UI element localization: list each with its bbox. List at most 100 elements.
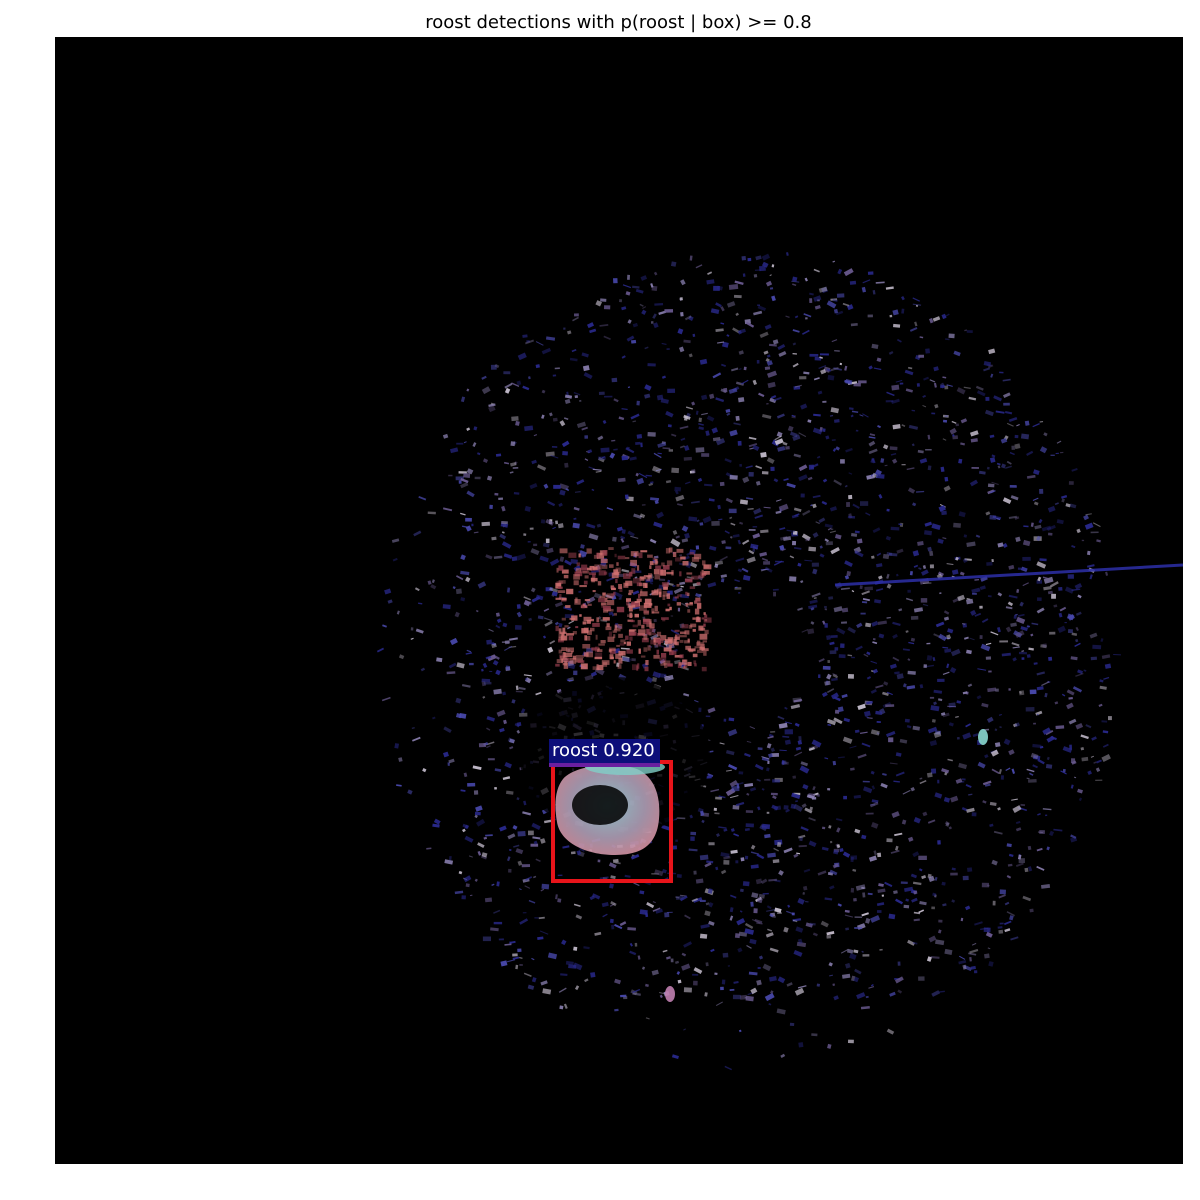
radar-speckle — [642, 618, 650, 625]
radar-speckle — [653, 569, 660, 575]
radar-speckle — [606, 623, 610, 627]
radar-speckle — [757, 806, 761, 811]
radar-speckle — [584, 978, 589, 983]
radar-speckle — [474, 811, 481, 816]
radar-speckle — [766, 743, 772, 749]
radar-speckle — [1090, 656, 1098, 661]
radar-speckle — [951, 569, 959, 575]
radar-speckle — [1010, 495, 1019, 501]
radar-speckle — [992, 900, 996, 906]
radar-speckle — [566, 588, 574, 595]
radar-speckle — [795, 926, 804, 933]
radar-speckle — [826, 635, 831, 641]
radar-speckle — [907, 589, 911, 593]
radar-speckle — [1099, 679, 1104, 683]
radar-speckle — [956, 700, 962, 704]
radar-speckle — [463, 772, 468, 778]
radar-speckle — [773, 478, 779, 483]
radar-speckle — [901, 464, 906, 466]
radar-speckle — [987, 687, 997, 693]
radar-speckle — [499, 533, 507, 540]
radar-speckle — [756, 778, 761, 782]
radar-speckle — [891, 811, 900, 818]
radar-speckle — [519, 964, 523, 966]
radar-speckle — [688, 353, 693, 358]
radar-speckle — [776, 1008, 786, 1015]
radar-speckle — [813, 295, 822, 302]
radar-speckle — [694, 699, 699, 703]
radar-speckle — [997, 807, 1001, 811]
radar-speckle — [653, 521, 663, 528]
radar-speckle — [745, 823, 754, 828]
radar-speckle — [690, 831, 697, 836]
radar-speckle — [895, 379, 903, 383]
radar-speckle — [1006, 422, 1014, 427]
radar-speckle — [783, 805, 789, 810]
radar-speckle — [794, 722, 800, 727]
radar-speckle — [690, 500, 700, 504]
radar-speckle — [868, 448, 878, 455]
radar-speckle — [482, 458, 489, 463]
radar-speckle — [963, 534, 968, 538]
radar-speckle — [443, 726, 452, 733]
radar-speckle — [774, 907, 782, 913]
radar-speckle — [516, 604, 521, 609]
radar-speckle — [847, 1039, 854, 1044]
radar-speckle — [676, 873, 682, 878]
radar-speckle — [949, 667, 957, 674]
radar-speckle — [745, 995, 754, 1002]
radar-speckle — [601, 602, 608, 606]
radar-speckle — [830, 407, 840, 414]
radar-speckle — [949, 427, 957, 435]
radar-speckle — [582, 603, 586, 607]
radar-speckle — [840, 459, 845, 464]
radar-speckle — [1027, 845, 1032, 851]
radar-speckle — [813, 413, 821, 417]
radar-speckle — [684, 640, 690, 644]
radar-speckle — [1054, 701, 1059, 705]
radar-speckle — [707, 581, 717, 588]
radar-speckle — [710, 948, 715, 953]
radar-speckle — [627, 386, 631, 389]
radar-speckle — [701, 819, 705, 824]
radar-speckle — [950, 872, 958, 876]
radar-speckle — [530, 843, 539, 847]
radar-speckle — [519, 712, 528, 717]
radar-speckle — [712, 372, 722, 379]
radar-speckle — [611, 439, 616, 442]
radar-speckle — [813, 597, 817, 599]
radar-speckle — [837, 903, 842, 907]
radar-speckle — [772, 588, 779, 591]
radar-speckle — [1058, 612, 1063, 618]
radar-speckle — [1014, 434, 1019, 439]
radar-speckle — [651, 632, 657, 635]
radar-speckle — [742, 881, 750, 887]
radar-speckle — [625, 291, 631, 296]
radar-speckle — [418, 602, 423, 605]
radar-speckle — [613, 660, 616, 664]
radar-speckle — [950, 795, 959, 803]
radar-speckle — [584, 458, 589, 461]
radar-speckle — [991, 859, 998, 866]
radar-speckle — [683, 1028, 686, 1031]
radar-speckle — [871, 785, 876, 790]
radar-speckle — [854, 916, 863, 919]
radar-speckle — [558, 628, 562, 634]
radar-speckle — [495, 624, 501, 629]
radar-speckle — [504, 383, 513, 389]
radar-speckle — [918, 868, 923, 872]
radar-speckle — [812, 494, 821, 499]
radar-speckle — [398, 757, 403, 762]
radar-speckle — [541, 389, 546, 394]
radar-speckle — [601, 901, 609, 908]
radar-speckle — [786, 252, 789, 256]
radar-speckle — [893, 780, 900, 783]
radar-speckle — [852, 868, 857, 872]
radar-speckle — [864, 710, 871, 717]
radar-speckle — [840, 949, 849, 954]
radar-speckle — [827, 723, 832, 727]
radar-speckle — [685, 645, 691, 650]
radar-speckle — [807, 628, 815, 635]
radar-speckle — [892, 309, 899, 316]
radar-speckle — [995, 410, 1005, 414]
